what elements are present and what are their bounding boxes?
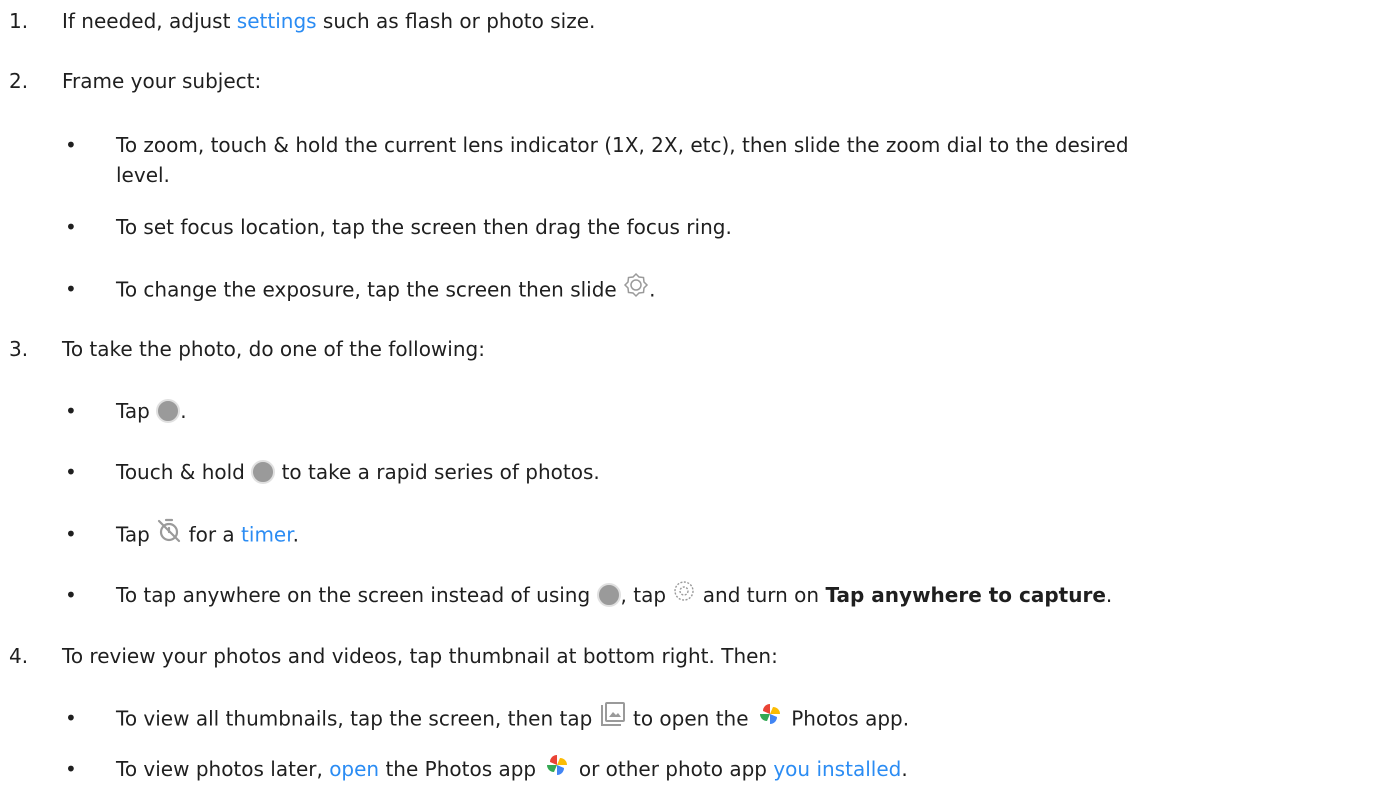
bullet-text: Touch & hold to take a rapid series of p… bbox=[116, 459, 600, 484]
shutter-button-icon bbox=[251, 459, 276, 484]
bullet: • bbox=[65, 583, 77, 607]
you-installed-link[interactable]: you installed bbox=[773, 757, 901, 781]
bullet-text: To tap anywhere on the screen instead of… bbox=[116, 580, 1365, 613]
bullet-text: To zoom, touch & hold the current lens i… bbox=[116, 133, 1129, 157]
gallery-thumbnail-icon bbox=[599, 701, 627, 735]
bullet-text: To set focus location, tap the screen th… bbox=[116, 215, 732, 239]
bullet: • bbox=[65, 757, 77, 781]
bullet: • bbox=[65, 460, 77, 484]
google-photos-pinwheel-icon bbox=[755, 702, 785, 734]
step-number: 4. bbox=[9, 644, 29, 668]
bullet-text: Tap . bbox=[116, 398, 187, 423]
bullet-text: level. bbox=[116, 163, 170, 187]
shutter-button-icon bbox=[596, 582, 621, 607]
exposure-sun-icon bbox=[623, 272, 649, 306]
step-text: Frame your subject: bbox=[62, 69, 262, 93]
settings-link[interactable]: settings bbox=[237, 9, 317, 33]
step-number: 3. bbox=[9, 337, 29, 361]
step-text: To take the photo, do one of the followi… bbox=[62, 337, 485, 361]
timer-off-icon bbox=[156, 517, 182, 551]
bullet: • bbox=[65, 215, 77, 239]
open-link[interactable]: open bbox=[329, 757, 379, 781]
bullet: • bbox=[65, 133, 77, 157]
bullet-text: To change the exposure, tap the screen t… bbox=[116, 272, 1365, 308]
step-number: 2. bbox=[9, 69, 29, 93]
settings-gear-icon bbox=[672, 579, 696, 611]
timer-link[interactable]: timer bbox=[241, 523, 293, 547]
bullet-text: To view all thumbnails, tap the screen, … bbox=[116, 701, 1365, 737]
bullet: • bbox=[65, 706, 77, 730]
step-text: If needed, adjust settings such as flash… bbox=[62, 9, 596, 33]
tap-anywhere-setting-name: Tap anywhere to capture bbox=[825, 583, 1106, 607]
google-photos-pinwheel-icon bbox=[542, 753, 572, 785]
camera-photo-instructions: 1. If needed, adjust settings such as fl… bbox=[0, 0, 1379, 786]
shutter-button-icon bbox=[156, 398, 181, 423]
bullet-text: Tap for a timer. bbox=[116, 517, 1365, 553]
step-number: 1. bbox=[9, 9, 29, 33]
bullet: • bbox=[65, 399, 77, 423]
bullet: • bbox=[65, 277, 77, 301]
bullet: • bbox=[65, 522, 77, 546]
step-text: To review your photos and videos, tap th… bbox=[62, 644, 778, 668]
bullet-text: To view photos later, open the Photos ap… bbox=[116, 754, 1365, 787]
